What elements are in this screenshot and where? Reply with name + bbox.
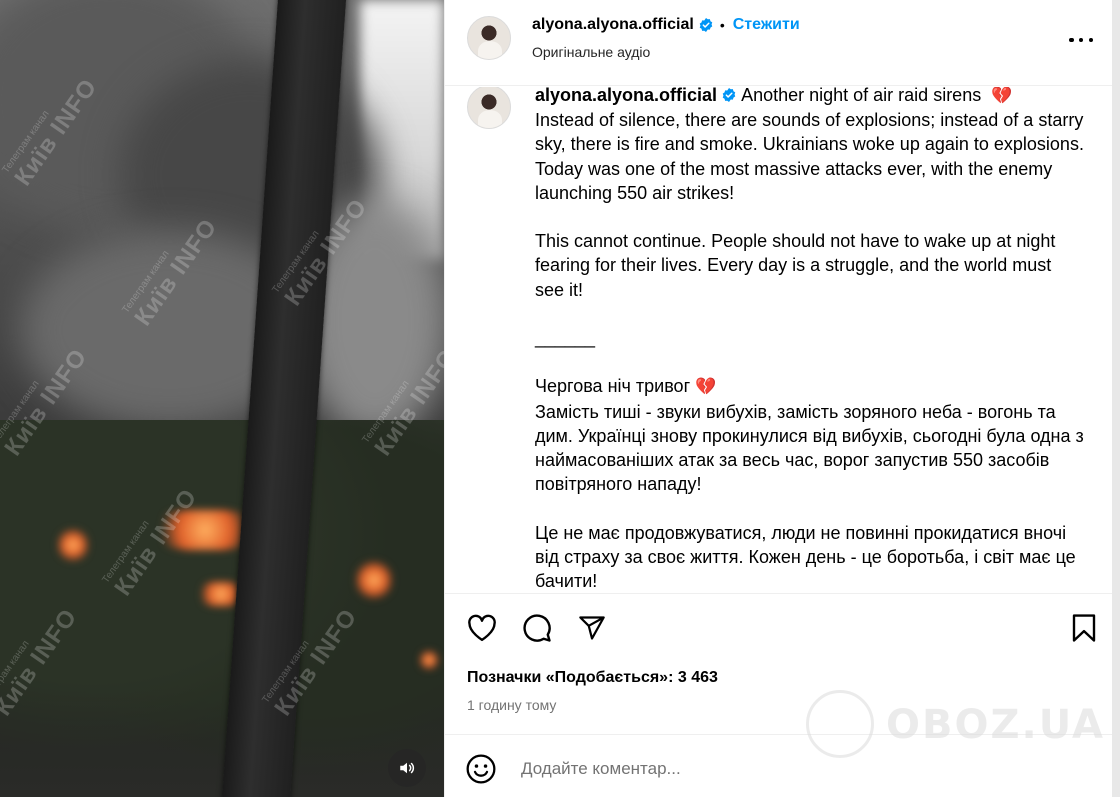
scrollbar-track[interactable] <box>1112 0 1120 797</box>
separator-dot: • <box>719 17 725 33</box>
share-icon <box>579 616 605 640</box>
more-options-icon <box>1069 37 1074 43</box>
bookmark-icon <box>1072 614 1096 642</box>
more-options-icon <box>1088 37 1093 43</box>
original-audio-link[interactable]: Оригінальне аудіо <box>532 44 650 60</box>
comment-composer <box>445 734 1113 797</box>
emoji-icon[interactable] <box>465 753 497 785</box>
verified-badge-icon <box>722 88 736 102</box>
speaker-icon <box>400 762 415 774</box>
heart-icon <box>468 614 496 642</box>
comment-input[interactable] <box>521 755 951 783</box>
share-button[interactable] <box>575 611 609 645</box>
mute-toggle-button[interactable] <box>388 749 426 787</box>
more-options-icon <box>1078 37 1084 43</box>
comment-button[interactable] <box>520 611 554 645</box>
fire-glow <box>420 650 438 670</box>
caption-en-body: Instead of silence, there are sounds of … <box>535 110 1084 349</box>
caption-username[interactable]: alyona.alyona.official <box>535 87 717 105</box>
comment-icon <box>523 614 551 642</box>
caption-author-avatar[interactable] <box>467 87 511 129</box>
more-options-button[interactable] <box>1069 28 1093 52</box>
post-caption: alyona.alyona.official Another night of … <box>445 87 1105 592</box>
caption-uk-body: Замість тиші - звуки вибухів, замість зо… <box>535 401 1084 592</box>
post-header: alyona.alyona.official • Стежити Оригіна… <box>445 0 1113 86</box>
author-username[interactable]: alyona.alyona.official <box>532 16 694 34</box>
broken-heart-emoji: 💔 <box>695 377 717 397</box>
caption-uk-first-line: Чергова ніч тривог <box>535 376 691 397</box>
follow-button[interactable]: Стежити <box>733 16 800 34</box>
post-media-video[interactable]: Телеграм канал Київ INFO Телеграм канал Ки… <box>0 0 444 797</box>
post-actions: Позначки «Подобається»: 3 463 1 годину т… <box>445 593 1113 797</box>
like-button[interactable] <box>465 611 499 645</box>
broken-heart-emoji: 💔 <box>991 87 1013 105</box>
caption-en-first-line: Another night of air raid sirens <box>741 87 982 105</box>
save-button[interactable] <box>1067 611 1101 645</box>
fire-glow <box>58 528 88 562</box>
post-side-panel: alyona.alyona.official • Стежити Оригіна… <box>444 0 1113 797</box>
likes-count[interactable]: Позначки «Подобається»: 3 463 <box>467 669 718 687</box>
verified-badge-icon <box>699 18 713 32</box>
caption-text: alyona.alyona.official Another night of … <box>535 87 1085 592</box>
post-timestamp[interactable]: 1 годину тому <box>467 697 556 713</box>
fire-glow <box>356 560 392 600</box>
author-avatar[interactable] <box>467 16 511 60</box>
